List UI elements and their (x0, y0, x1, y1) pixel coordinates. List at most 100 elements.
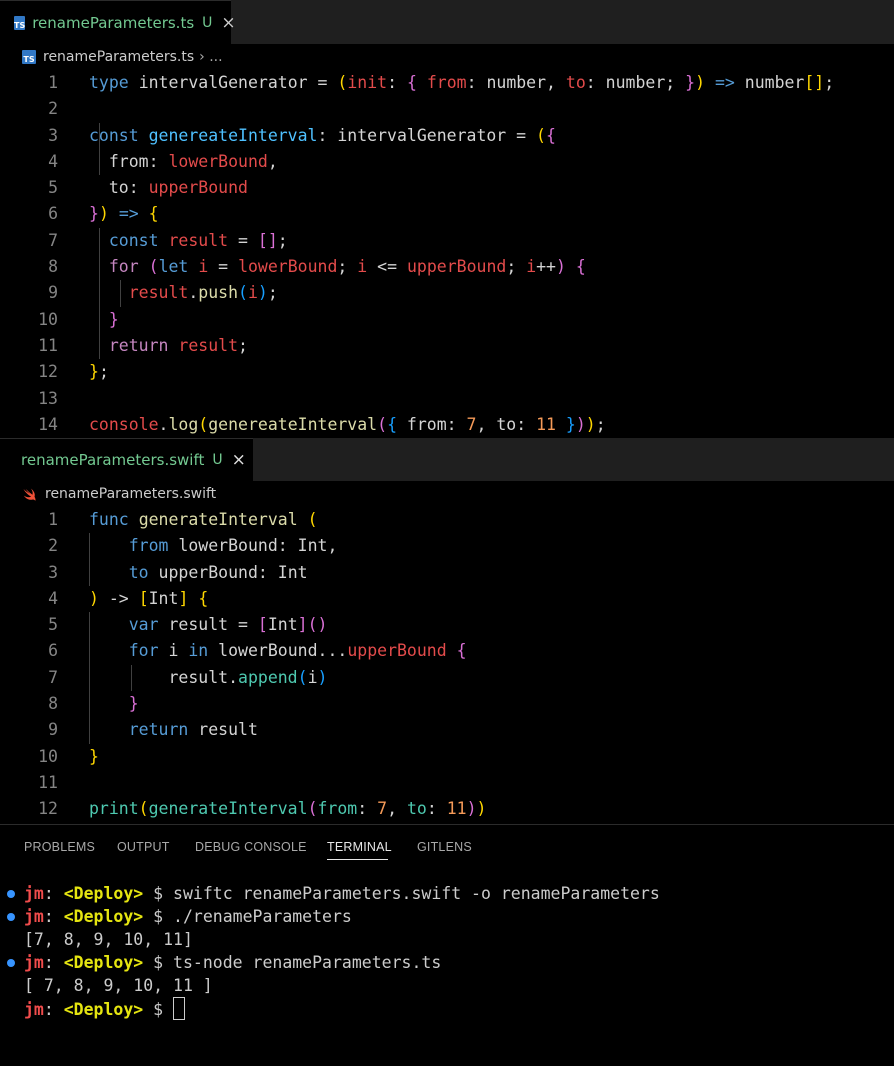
code-text: }) => { (89, 204, 159, 224)
code-text: result.append(i) (89, 667, 328, 687)
swift-breadcrumb: renameParameters.swift (0, 481, 894, 507)
code-line: 9 return result (0, 717, 894, 743)
line-number: 9 (48, 283, 58, 303)
swift-tab-label: renameParameters.swift (21, 451, 205, 469)
line-number: 4 (48, 588, 58, 608)
line-number: 9 (48, 720, 58, 740)
breadcrumb-more[interactable]: › ... (199, 49, 222, 65)
code-line: 3 const genereateInterval: intervalGenera… (0, 123, 894, 149)
line-number: 1 (48, 510, 58, 529)
line-number: 1 (48, 73, 58, 92)
swift-file-tab[interactable]: renameParameters.swift U × (0, 438, 253, 481)
code-text: for (let i = lowerBound; i <= upperBound… (108, 257, 586, 277)
breadcrumb-file[interactable]: renameParameters.ts (43, 49, 194, 65)
prompt-status-icon[interactable] (7, 959, 15, 967)
terminal-line: jm: <Deploy> $ (0, 997, 894, 1020)
line-number: 3 (48, 125, 58, 145)
code-line: 3 to upperBound: Int (0, 560, 894, 586)
ts-file-tab[interactable]: TS renameParameters.ts U × (0, 0, 236, 44)
line-number: 10 (38, 309, 58, 329)
bottom-panel: PROBLEMS OUTPUT DEBUG CONSOLE TERMINAL G… (0, 824, 894, 1031)
code-line: 8 for (let i = lowerBound; i <= upperBou… (0, 254, 894, 280)
swift-editor[interactable]: 1 func generateInterval ( 2 from lowerBou… (0, 507, 894, 823)
terminal-line: jm: <Deploy> $ swiftc renameParameters.s… (0, 882, 894, 905)
line-number: 2 (48, 536, 58, 556)
code-text: from: lowerBound, (89, 151, 278, 171)
tab-problems[interactable]: PROBLEMS (24, 840, 95, 854)
line-number: 5 (48, 178, 58, 198)
line-number: 7 (48, 667, 58, 687)
line-number: 8 (48, 257, 58, 277)
breadcrumb-file[interactable]: renameParameters.swift (45, 486, 216, 502)
code-text: return result; (108, 335, 248, 355)
code-text: type intervalGenerator = (init: { from: … (89, 73, 835, 92)
code-line: 8 } (0, 691, 894, 717)
tab-gitlens[interactable]: GITLENS (417, 840, 472, 854)
code-text: } (89, 746, 99, 766)
line-number: 10 (38, 746, 58, 766)
untracked-badge: U (202, 14, 213, 31)
ts-tab-bar: TS renameParameters.ts U × (0, 0, 894, 44)
line-number: 6 (48, 204, 58, 224)
code-line: 4 from: lowerBound, (0, 149, 894, 175)
code-text: from lowerBound: Int, (128, 536, 338, 556)
terminal-output: [ 7, 8, 9, 10, 11 ] (24, 976, 213, 995)
code-text: to upperBound: Int (128, 562, 308, 582)
typescript-icon: TS (22, 50, 36, 64)
code-line: 2 from lowerBound: Int, (0, 533, 894, 559)
tab-debug-console[interactable]: DEBUG CONSOLE (195, 840, 307, 854)
code-text: const genereateInterval: intervalGenerat… (89, 125, 556, 145)
code-line: 1 func generateInterval ( (0, 507, 894, 533)
panel-tab-bar: PROBLEMS OUTPUT DEBUG CONSOLE TERMINAL G… (0, 825, 894, 869)
prompt-status-icon[interactable] (7, 890, 15, 898)
code-line: 12 print(generateInterval(from: 7, to: 11… (0, 796, 894, 822)
code-line: 6 for i in lowerBound...upperBound { (0, 638, 894, 664)
close-icon[interactable]: × (232, 450, 246, 470)
code-text: } (128, 694, 139, 714)
code-line: 5 to: upperBound (0, 175, 894, 201)
code-line: 10 } (0, 307, 894, 333)
line-number: 11 (38, 335, 58, 355)
tab-terminal[interactable]: TERMINAL (327, 840, 392, 854)
code-line: 7 const result = []; (0, 228, 894, 254)
line-number: 12 (38, 362, 58, 382)
typescript-icon: TS (14, 15, 26, 30)
line-number: 7 (48, 230, 58, 250)
code-text: console.log(genereateInterval({ from: 7,… (89, 414, 606, 434)
code-line: 4 ) -> [Int] { (0, 586, 894, 612)
code-line: 12}; (0, 359, 894, 385)
ts-editor[interactable]: 1 type intervalGenerator = (init: { from:… (0, 70, 894, 438)
line-number: 14 (38, 414, 58, 434)
tab-output[interactable]: OUTPUT (117, 840, 170, 854)
code-text: var result = [Int]() (128, 615, 328, 635)
code-text: return result (128, 720, 258, 740)
code-text: print(generateInterval(from: 7, to: 11)) (89, 799, 487, 819)
terminal-cursor (173, 997, 186, 1020)
code-line: 5 var result = [Int]() (0, 612, 894, 638)
line-number: 6 (48, 641, 58, 661)
code-text: } (108, 309, 119, 329)
code-line: 1 type intervalGenerator = (init: { from:… (0, 70, 894, 96)
line-number: 11 (38, 772, 58, 792)
code-line: 13 (0, 386, 894, 412)
ts-tab-label: renameParameters.ts (32, 13, 195, 32)
line-number: 8 (48, 694, 58, 714)
code-line: 11 return result; (0, 333, 894, 359)
close-icon[interactable]: × (221, 13, 235, 33)
code-line: 7 result.append(i) (0, 665, 894, 691)
code-line: 9 result.push(i); (0, 280, 894, 306)
code-line: 2 (0, 96, 894, 122)
line-number: 12 (38, 799, 58, 819)
untracked-badge: U (212, 452, 223, 468)
prompt-status-icon[interactable] (7, 913, 15, 921)
line-number: 5 (48, 615, 58, 635)
code-line: 14 console.log(genereateInterval({ from: … (0, 412, 894, 438)
code-text: result.push(i); (128, 283, 278, 303)
line-number: 13 (38, 388, 58, 408)
terminal-line: jm: <Deploy> $ ./renameParameters (0, 905, 894, 928)
terminal-output: [7, 8, 9, 10, 11] (24, 930, 193, 949)
code-text: ) -> [Int] { (89, 588, 209, 608)
code-line: 10} (0, 744, 894, 770)
swift-tab-bar: renameParameters.swift U × (0, 438, 894, 481)
code-text: to: upperBound (89, 178, 248, 198)
